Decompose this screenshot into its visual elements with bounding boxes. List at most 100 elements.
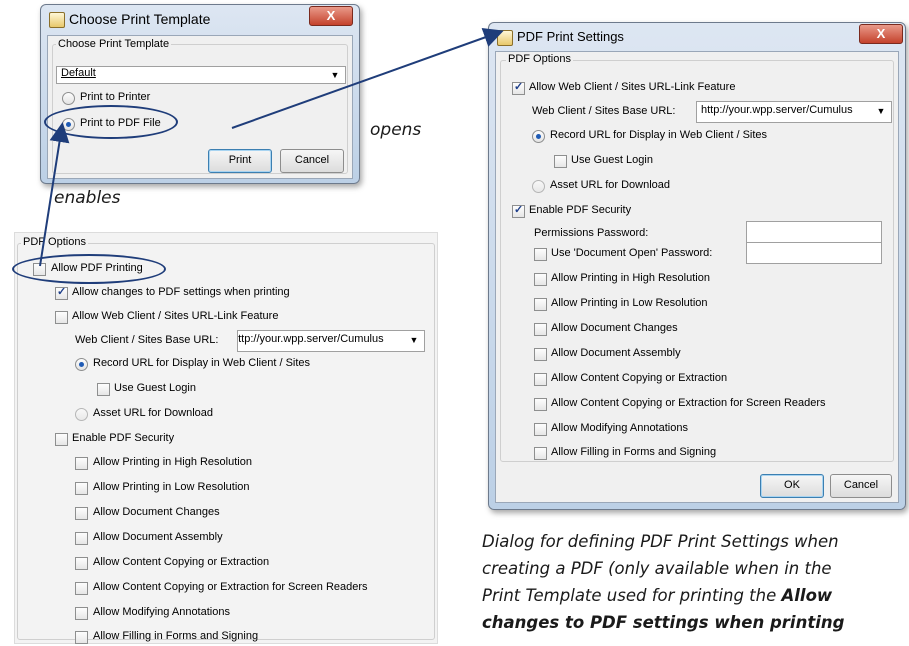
permissions-password-label: Permissions Password: bbox=[534, 227, 649, 239]
perm-label: Allow Filling in Forms and Signing bbox=[93, 630, 259, 642]
perm-checkbox[interactable] bbox=[75, 582, 88, 595]
caption-line-2: creating a PDF (only available when in t… bbox=[482, 559, 832, 578]
caption-line-4: changes to PDF settings when printing bbox=[482, 609, 907, 636]
perm-checkbox[interactable] bbox=[75, 457, 88, 470]
perm-checkbox[interactable] bbox=[534, 298, 547, 311]
record-url-label: Record URL for Display in Web Client / S… bbox=[550, 129, 768, 141]
perm-checkbox[interactable] bbox=[75, 557, 88, 570]
perm-label: Allow Document Changes bbox=[93, 506, 220, 518]
perm-label: Allow Content Copying or Extraction bbox=[93, 556, 270, 568]
choose-print-template-dialog: Choose Print Template X Choose Print Tem… bbox=[40, 4, 360, 184]
perm-checkbox[interactable] bbox=[75, 482, 88, 495]
caption-line-3: Print Template used for printing the All… bbox=[482, 582, 907, 609]
base-url-select[interactable]: http://your.wpp.server/Cumulus ▼ bbox=[237, 330, 425, 352]
record-url-radio[interactable] bbox=[75, 358, 88, 371]
dialog-title: Choose Print Template bbox=[69, 11, 211, 27]
perm-checkbox[interactable] bbox=[75, 607, 88, 620]
enable-security-checkbox[interactable] bbox=[55, 433, 68, 446]
java-app-icon bbox=[497, 30, 513, 46]
perm-checkbox[interactable] bbox=[534, 323, 547, 336]
allow-changes-checkbox[interactable] bbox=[55, 285, 68, 300]
pdf-options-legend: PDF Options bbox=[506, 53, 573, 65]
use-guest-login-checkbox[interactable] bbox=[554, 155, 567, 168]
base-url-label: Web Client / Sites Base URL: bbox=[75, 334, 219, 346]
asset-url-radio[interactable] bbox=[532, 180, 545, 193]
title-bar[interactable]: Choose Print Template X bbox=[41, 5, 359, 33]
doc-open-password-field[interactable] bbox=[746, 242, 882, 264]
perm-checkbox[interactable] bbox=[534, 447, 547, 460]
group-label: Choose Print Template bbox=[56, 38, 172, 50]
cancel-button[interactable]: Cancel bbox=[830, 474, 892, 498]
caption-line-3-text: Print Template used for printing the bbox=[482, 586, 782, 605]
radio-print-to-printer-label: Print to Printer bbox=[80, 91, 151, 103]
highlight-ellipse-allow-pdf-printing bbox=[12, 254, 166, 284]
record-url-label: Record URL for Display in Web Client / S… bbox=[93, 357, 311, 369]
asset-url-label: Asset URL for Download bbox=[93, 407, 214, 419]
opens-annotation: opens bbox=[370, 120, 422, 140]
use-doc-open-password-label: Use 'Document Open' Password: bbox=[551, 247, 713, 259]
use-guest-login-label: Use Guest Login bbox=[571, 154, 653, 166]
perm-label: Allow Modifying Annotations bbox=[93, 606, 230, 618]
perm-label: Allow Modifying Annotations bbox=[551, 422, 688, 434]
template-value: Default bbox=[61, 67, 96, 79]
caption: Dialog for defining PDF Print Settings w… bbox=[482, 528, 907, 636]
web-client-feature-checkbox[interactable] bbox=[55, 311, 68, 324]
close-button[interactable]: X bbox=[859, 24, 903, 44]
pdf-options-panel: PDF Options Allow PDF Printing Allow cha… bbox=[14, 232, 438, 644]
base-url-value: http://your.wpp.server/Cumulus bbox=[237, 333, 384, 345]
enable-security-checkbox[interactable] bbox=[512, 203, 525, 218]
caption-bold-allow: Allow bbox=[781, 586, 833, 605]
use-doc-open-password-checkbox[interactable] bbox=[534, 248, 547, 261]
dialog-title: PDF Print Settings bbox=[517, 29, 624, 44]
asset-url-label: Asset URL for Download bbox=[550, 179, 671, 191]
perm-checkbox[interactable] bbox=[75, 631, 88, 644]
record-url-radio[interactable] bbox=[532, 130, 545, 143]
perm-label: Allow Filling in Forms and Signing bbox=[551, 446, 717, 458]
perm-label: Allow Document Assembly bbox=[93, 531, 223, 543]
pdf-options-legend: PDF Options bbox=[21, 236, 88, 248]
permissions-password-field[interactable] bbox=[746, 221, 882, 243]
perm-label: Allow Document Assembly bbox=[551, 347, 681, 359]
use-guest-login-label: Use Guest Login bbox=[114, 382, 196, 394]
base-url-select[interactable]: http://your.wpp.server/Cumulus ▼ bbox=[696, 101, 892, 123]
asset-url-radio[interactable] bbox=[75, 408, 88, 421]
chevron-down-icon[interactable]: ▼ bbox=[873, 102, 889, 120]
title-bar[interactable]: PDF Print Settings X bbox=[489, 23, 905, 51]
caption-line-1: Dialog for defining PDF Print Settings w… bbox=[482, 532, 839, 551]
perm-checkbox[interactable] bbox=[534, 373, 547, 386]
enable-security-label: Enable PDF Security bbox=[72, 432, 175, 444]
perm-label: Allow Printing in High Resolution bbox=[551, 272, 710, 284]
perm-checkbox[interactable] bbox=[534, 423, 547, 436]
cancel-button[interactable]: Cancel bbox=[280, 149, 344, 173]
perm-checkbox[interactable] bbox=[75, 507, 88, 520]
perm-label: Allow Content Copying or Extraction bbox=[551, 372, 728, 384]
web-client-feature-label: Allow Web Client / Sites URL-Link Featur… bbox=[72, 310, 279, 322]
perm-label: Allow Content Copying or Extraction for … bbox=[93, 581, 368, 593]
java-app-icon bbox=[49, 12, 65, 28]
allow-changes-label: Allow changes to PDF settings when print… bbox=[72, 286, 290, 298]
radio-print-to-printer[interactable] bbox=[62, 92, 75, 105]
perm-checkbox[interactable] bbox=[75, 532, 88, 545]
enable-security-label: Enable PDF Security bbox=[529, 204, 632, 216]
close-button[interactable]: X bbox=[309, 6, 353, 26]
perm-checkbox[interactable] bbox=[534, 348, 547, 361]
caption-bold-changes: changes to PDF settings when printing bbox=[482, 613, 845, 632]
use-guest-login-checkbox[interactable] bbox=[97, 383, 110, 396]
perm-checkbox[interactable] bbox=[534, 273, 547, 286]
perm-label: Allow Document Changes bbox=[551, 322, 678, 334]
ok-button[interactable]: OK bbox=[760, 474, 824, 498]
perm-checkbox[interactable] bbox=[534, 398, 547, 411]
web-client-feature-label: Allow Web Client / Sites URL-Link Featur… bbox=[529, 81, 736, 93]
perm-label: Allow Printing in Low Resolution bbox=[93, 481, 250, 493]
web-client-feature-checkbox[interactable] bbox=[512, 80, 525, 95]
template-select[interactable]: Default ▼ bbox=[56, 66, 346, 84]
base-url-label: Web Client / Sites Base URL: bbox=[532, 105, 676, 117]
chevron-down-icon[interactable]: ▼ bbox=[327, 67, 343, 83]
print-button[interactable]: Print bbox=[208, 149, 272, 173]
perm-label: Allow Printing in Low Resolution bbox=[551, 297, 708, 309]
highlight-ellipse-pdf-file bbox=[44, 105, 178, 139]
chevron-down-icon[interactable]: ▼ bbox=[406, 331, 422, 349]
dialog-content: PDF Options Allow Web Client / Sites URL… bbox=[495, 51, 899, 503]
enables-annotation: enables bbox=[54, 188, 121, 208]
pdf-print-settings-dialog: PDF Print Settings X PDF Options Allow W… bbox=[488, 22, 906, 510]
